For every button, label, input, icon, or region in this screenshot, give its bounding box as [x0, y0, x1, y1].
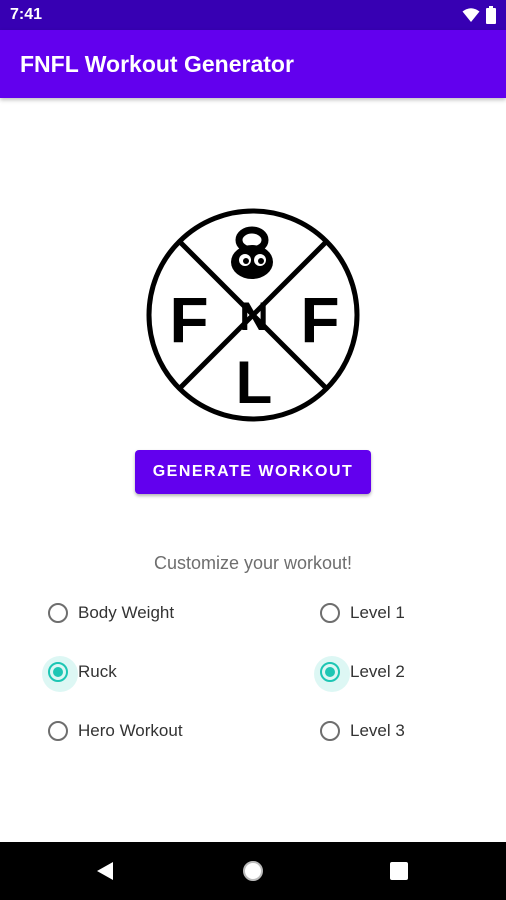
battery-icon — [486, 6, 496, 24]
radio-button-checked-icon[interactable] — [314, 656, 350, 692]
radio-button-checked-icon[interactable] — [42, 656, 78, 692]
radio-label: Level 1 — [350, 603, 405, 622]
app-bar: FNFL Workout Generator — [0, 30, 506, 98]
radio-button-icon[interactable] — [320, 721, 340, 741]
status-time: 7:41 — [10, 6, 43, 23]
customize-label: Customize your workout! — [153, 553, 353, 573]
recents-icon — [390, 862, 408, 880]
app-title: FNFL Workout Generator — [20, 51, 294, 77]
radio-button-icon[interactable] — [48, 603, 68, 623]
logo-letter-bottom: L — [236, 349, 273, 416]
nav-back-button[interactable] — [80, 842, 130, 900]
radio-body-weight[interactable]: Body Weight — [48, 598, 174, 628]
logo-letter-left: F — [169, 284, 208, 356]
radio-label: Hero Workout — [78, 721, 183, 740]
radio-button-icon[interactable] — [320, 603, 340, 623]
status-icons — [462, 6, 496, 24]
nav-home-button[interactable] — [228, 842, 278, 900]
radio-label: Ruck — [78, 662, 117, 681]
radio-hero-workout[interactable]: Hero Workout — [48, 716, 183, 746]
radio-ruck[interactable]: Ruck — [42, 656, 117, 692]
radio-button-icon[interactable] — [48, 721, 68, 741]
radio-level-1[interactable]: Level 1 — [320, 598, 405, 628]
nav-recents-button[interactable] — [374, 842, 424, 900]
back-icon — [97, 862, 113, 880]
radio-level-2[interactable]: Level 2 — [314, 656, 405, 692]
wifi-icon — [462, 8, 480, 22]
radio-level-3[interactable]: Level 3 — [320, 716, 405, 746]
status-bar: 7:41 — [0, 0, 506, 30]
radio-label: Level 3 — [350, 721, 405, 740]
fnfl-logo: F N F L — [146, 208, 360, 422]
generate-workout-button[interactable]: GENERATE WORKOUT — [135, 450, 371, 494]
radio-label: Body Weight — [78, 603, 175, 622]
radio-label: Level 2 — [350, 662, 405, 681]
logo-letter-right: F — [300, 284, 339, 356]
logo-letter-center: N — [240, 295, 269, 339]
system-nav-bar — [0, 842, 506, 900]
home-icon — [243, 861, 263, 881]
